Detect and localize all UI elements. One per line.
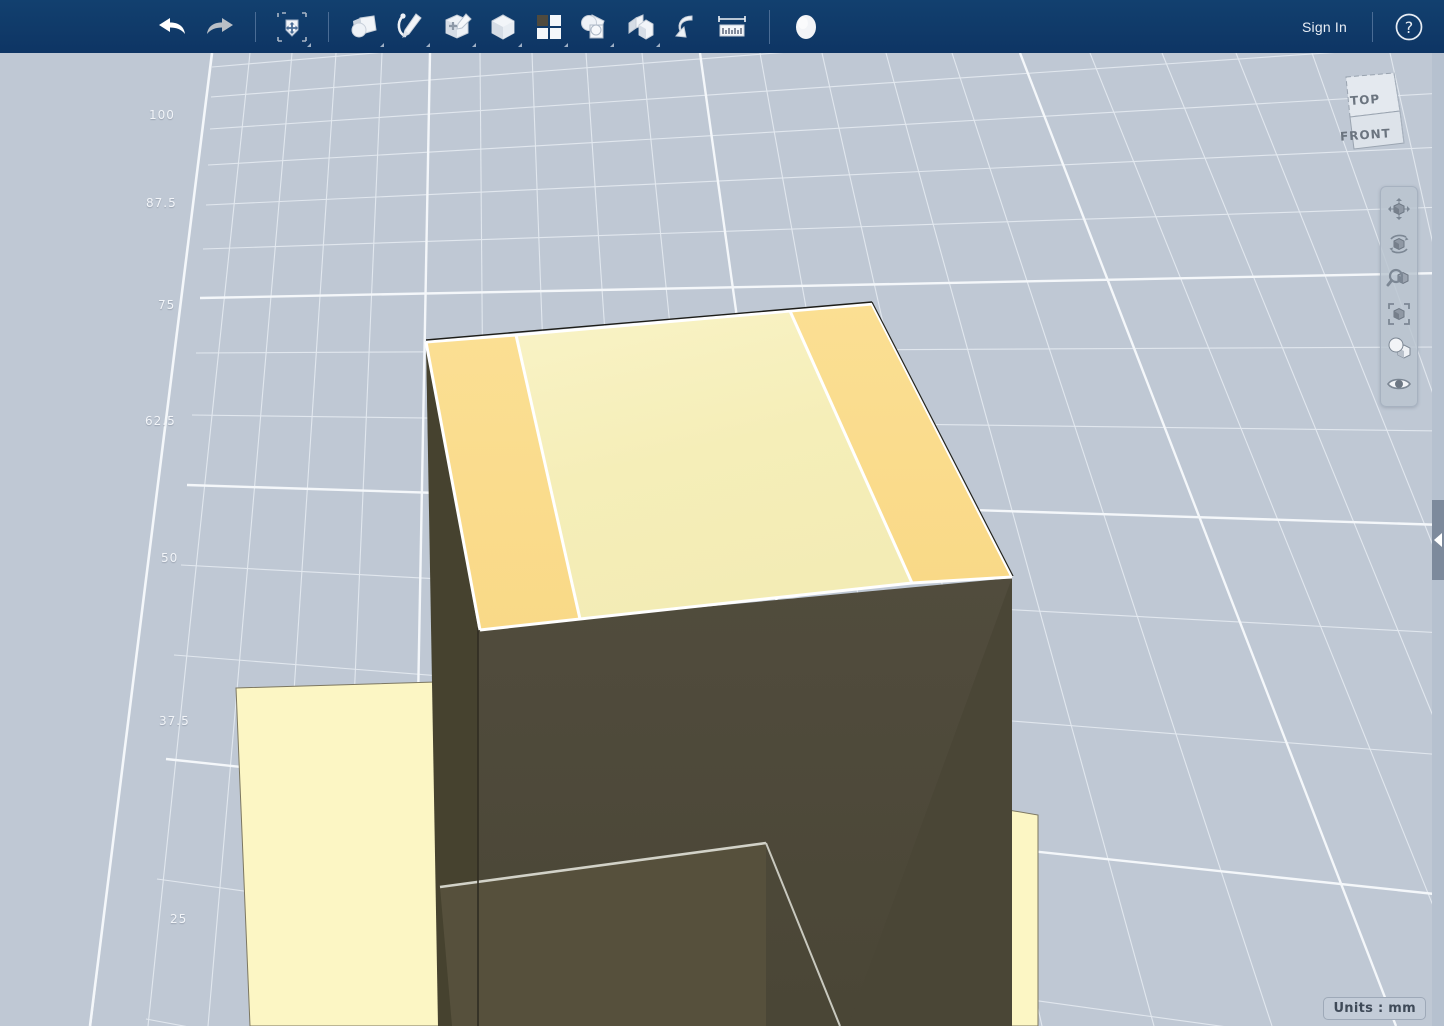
toolbar-separator bbox=[328, 11, 329, 42]
application-window: Sign In ? 100 87.5 75 62.5 50 37.5 25 TO… bbox=[0, 0, 1444, 1026]
undo-icon[interactable] bbox=[150, 4, 196, 50]
help-icon[interactable]: ? bbox=[1392, 10, 1426, 44]
expand-right-panel-button[interactable] bbox=[1432, 500, 1444, 580]
ruler-tick-87-5: 87.5 bbox=[146, 196, 177, 210]
svg-text:?: ? bbox=[1405, 18, 1414, 37]
ruler-tick-25: 25 bbox=[170, 912, 188, 926]
view-style-icon[interactable] bbox=[1383, 333, 1415, 365]
toolbar-separator bbox=[769, 9, 770, 44]
chevron-down-icon bbox=[564, 42, 568, 47]
solid-box-icon[interactable] bbox=[480, 4, 526, 50]
main-toolbar: Sign In ? bbox=[0, 0, 1444, 53]
view-orientation-cube[interactable]: TOP FRONT bbox=[1334, 65, 1412, 157]
chevron-down-icon bbox=[610, 42, 614, 47]
redo-icon[interactable] bbox=[196, 4, 242, 50]
bend-deform-icon[interactable] bbox=[664, 4, 710, 50]
ruler-tick-37-5: 37.5 bbox=[159, 714, 190, 728]
3d-viewport[interactable]: 100 87.5 75 62.5 50 37.5 25 TOP FRONT Un… bbox=[0, 53, 1444, 1026]
zoom-icon[interactable] bbox=[1383, 263, 1415, 295]
orbit-icon[interactable] bbox=[1383, 228, 1415, 260]
units-status-badge: Units : mm bbox=[1323, 997, 1426, 1020]
pattern-grid-icon[interactable] bbox=[526, 4, 572, 50]
ruler-tick-50: 50 bbox=[161, 551, 179, 565]
chevron-down-icon bbox=[518, 42, 522, 47]
sign-in-button[interactable]: Sign In bbox=[1290, 15, 1359, 39]
material-sphere-icon[interactable] bbox=[783, 4, 829, 50]
viewcube-top-label[interactable]: TOP bbox=[1350, 92, 1381, 108]
visibility-eye-icon[interactable] bbox=[1383, 368, 1415, 400]
chevron-down-icon bbox=[656, 42, 660, 47]
chevron-down-icon bbox=[472, 42, 476, 47]
3d-scene[interactable] bbox=[0, 53, 1444, 1026]
chevron-down-icon bbox=[426, 42, 430, 47]
ruler-tick-100: 100 bbox=[149, 108, 175, 122]
split-object-icon[interactable] bbox=[618, 4, 664, 50]
zoom-fit-icon[interactable] bbox=[1383, 298, 1415, 330]
pan-icon[interactable] bbox=[1383, 193, 1415, 225]
chevron-left-icon bbox=[1434, 533, 1442, 547]
toolbar-separator bbox=[1372, 11, 1373, 42]
ruler-tick-62-5: 62.5 bbox=[145, 414, 176, 428]
toolbar-separator bbox=[255, 11, 256, 42]
sketch-pen-icon[interactable] bbox=[388, 4, 434, 50]
boolean-combine-icon[interactable] bbox=[572, 4, 618, 50]
navigation-toolbar bbox=[1380, 186, 1418, 407]
ruler-tick-75: 75 bbox=[158, 298, 176, 312]
chevron-down-icon bbox=[380, 42, 384, 47]
primitives-icon[interactable] bbox=[342, 4, 388, 50]
toolbar-right-group: Sign In ? bbox=[1290, 10, 1444, 44]
toolbar-left-group bbox=[0, 4, 829, 50]
transform-move-icon[interactable] bbox=[269, 4, 315, 50]
edit-shape-icon[interactable] bbox=[434, 4, 480, 50]
chevron-down-icon bbox=[307, 42, 311, 47]
extruded-box-model[interactable] bbox=[424, 301, 1014, 1026]
measure-ruler-icon[interactable] bbox=[710, 4, 756, 50]
